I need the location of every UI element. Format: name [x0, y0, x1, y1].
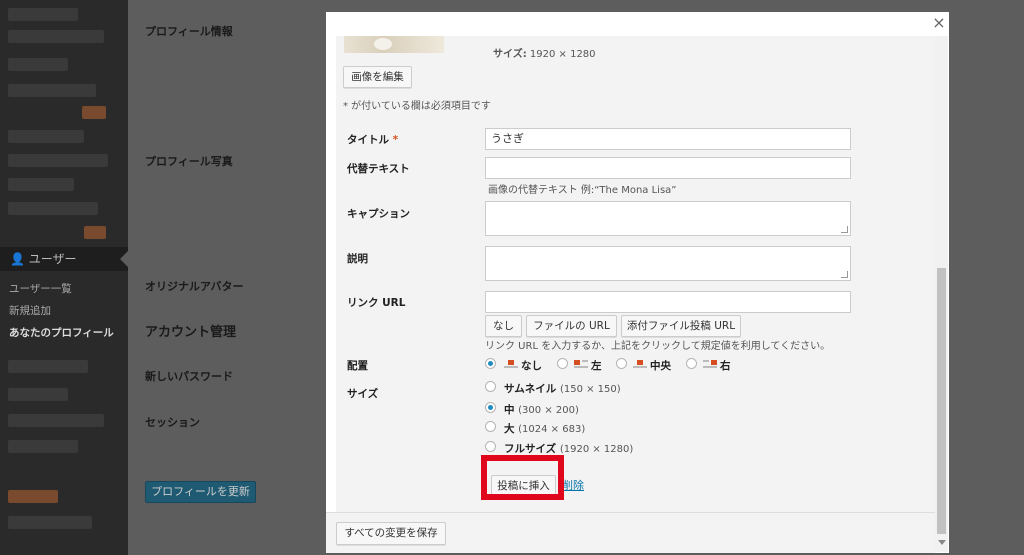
link-url-label: リンク URL — [347, 297, 406, 309]
size-full-label: フルサイズ (1920 × 1280) — [504, 441, 633, 456]
close-icon[interactable]: × — [930, 14, 948, 32]
submenu-add-new[interactable]: 新規追加 — [0, 300, 128, 322]
size-large-radio[interactable] — [485, 421, 496, 432]
size-option-name: 大 — [504, 423, 515, 435]
size-thumbnail-label: サムネイル (150 × 150) — [504, 381, 621, 396]
scrollbar-thumb[interactable] — [937, 268, 946, 534]
highlight-annotation — [481, 455, 564, 500]
submenu-your-profile[interactable]: あなたのプロフィール — [0, 322, 128, 344]
blurred-menu-item — [8, 30, 104, 43]
link-url-input[interactable] — [485, 291, 851, 313]
title-label: タイトル * — [347, 132, 398, 147]
size-option-dims: (1920 × 1280) — [559, 444, 634, 455]
align-right-icon — [703, 359, 717, 368]
size-medium-radio[interactable] — [485, 402, 496, 413]
account-heading: アカウント管理 — [145, 325, 237, 340]
description-textarea[interactable] — [485, 246, 851, 281]
align-none-icon — [504, 359, 518, 368]
new-password-label: 新しいパスワード — [145, 370, 233, 383]
size-option-dims: (300 × 200) — [518, 405, 579, 416]
modal-scrollbar[interactable] — [935, 36, 948, 552]
alt-text-input[interactable] — [485, 157, 851, 179]
size-thumbnail-radio[interactable] — [485, 381, 496, 392]
alt-text-hint: 画像の代替テキスト 例:“The Mona Lisa” — [488, 185, 677, 196]
title-label-text: タイトル — [347, 134, 389, 146]
size-option-dims: (1024 × 683) — [518, 424, 586, 435]
blurred-menu-item — [8, 202, 98, 215]
size-option-name: 中 — [504, 404, 515, 416]
align-left-icon — [574, 359, 588, 368]
size-info-label: サイズ: — [493, 49, 527, 60]
align-center-label: 中央 — [650, 360, 671, 372]
size-option-name: サムネイル — [504, 383, 557, 395]
edit-image-button[interactable]: 画像を編集 — [343, 66, 412, 88]
required-mark: * — [392, 134, 399, 146]
blurred-menu-item — [8, 414, 104, 427]
link-url-hint: リンク URL を入力するか、上記をクリックして規定値を利用してください。 — [485, 341, 831, 352]
scroll-down-arrow-icon[interactable] — [938, 540, 946, 545]
update-profile-button[interactable]: プロフィールを更新 — [145, 481, 256, 503]
profile-photo-label: プロフィール写真 — [145, 155, 233, 168]
attachment-settings: サイズ: 1920 × 1280 画像を編集 * が付いている欄は必須項目です … — [336, 36, 936, 512]
blurred-menu-item — [8, 178, 74, 191]
description-label: 説明 — [347, 253, 368, 265]
link-attachment-url-button[interactable]: 添付ファイル投稿 URL — [621, 315, 741, 337]
blurred-menu-item — [8, 8, 78, 21]
align-label: 配置 — [347, 360, 368, 372]
user-icon: 👤 — [10, 252, 25, 266]
caption-textarea[interactable] — [485, 201, 851, 236]
align-right-radio[interactable] — [686, 358, 697, 369]
blurred-badge — [82, 106, 106, 119]
size-large-label: 大 (1024 × 683) — [504, 421, 585, 436]
size-info-value: 1920 × 1280 — [529, 49, 596, 60]
size-medium-label: 中 (300 × 200) — [504, 402, 579, 417]
blurred-menu-item — [8, 516, 92, 529]
users-submenu: ユーザー一覧 新規追加 あなたのプロフィール — [0, 278, 128, 344]
modal-footer: すべての変更を保存 — [326, 512, 935, 553]
image-thumbnail — [344, 36, 444, 53]
align-center-icon — [633, 359, 647, 368]
sidebar-item-users[interactable]: 👤 ユーザー — [0, 247, 128, 271]
blurred-menu-item — [8, 490, 58, 503]
blurred-menu-item — [8, 130, 84, 143]
original-avatar-label: オリジナルアバター — [145, 280, 244, 293]
delete-link[interactable]: 削除 — [562, 477, 584, 493]
blurred-badge — [84, 226, 106, 239]
image-size-info: サイズ: 1920 × 1280 — [493, 45, 596, 60]
title-input[interactable]: うさぎ — [485, 128, 851, 150]
session-label: セッション — [145, 416, 200, 429]
attachment-details-modal: × サイズ: 1920 × 1280 画像を編集 * が付いている欄は必須項目で… — [326, 12, 949, 553]
blurred-menu-item — [8, 154, 108, 167]
align-center-radio[interactable] — [616, 358, 627, 369]
save-all-changes-button[interactable]: すべての変更を保存 — [336, 522, 446, 545]
blurred-menu-item — [8, 58, 68, 71]
align-right-label: 右 — [720, 360, 731, 372]
caption-label: キャプション — [347, 208, 410, 220]
blurred-menu-item — [8, 388, 68, 401]
size-label: サイズ — [347, 388, 379, 400]
current-menu-arrow — [120, 251, 128, 267]
align-left-radio[interactable] — [557, 358, 568, 369]
blurred-menu-item — [8, 84, 96, 97]
alt-text-label: 代替テキスト — [347, 163, 410, 175]
align-none-label: なし — [521, 360, 542, 372]
size-option-name: フルサイズ — [504, 443, 557, 455]
align-none-radio[interactable] — [485, 358, 496, 369]
sidebar-item-label: ユーザー — [28, 252, 77, 266]
size-option-dims: (150 × 150) — [559, 384, 621, 395]
profile-info-label: プロフィール情報 — [145, 25, 233, 38]
blurred-menu-item — [8, 360, 88, 373]
link-file-url-button[interactable]: ファイルの URL — [526, 315, 617, 337]
blurred-menu-item — [8, 440, 78, 453]
submenu-all-users[interactable]: ユーザー一覧 — [0, 278, 128, 300]
size-full-radio[interactable] — [485, 441, 496, 452]
required-note: * が付いている欄は必須項目です — [343, 101, 491, 112]
align-left-label: 左 — [591, 360, 602, 372]
link-none-button[interactable]: なし — [485, 315, 522, 337]
